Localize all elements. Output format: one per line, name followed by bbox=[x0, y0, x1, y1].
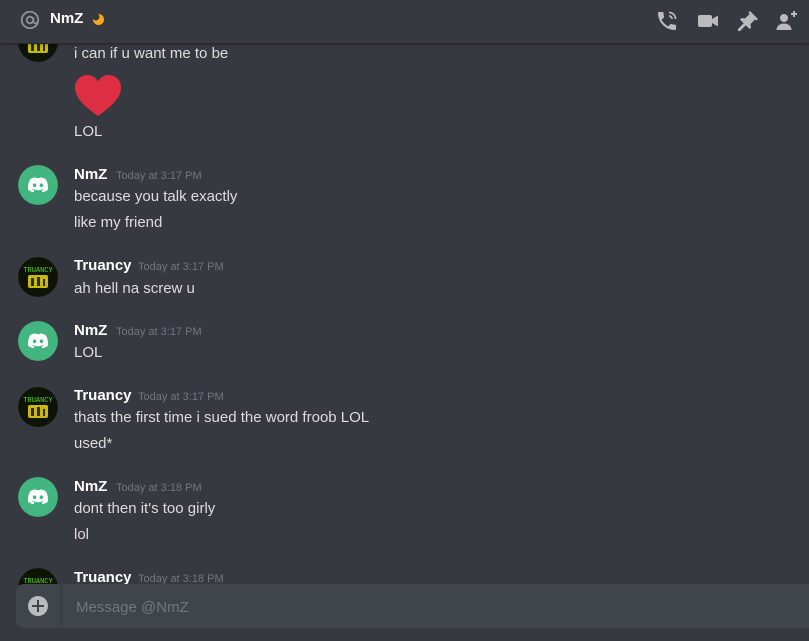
svg-text:TRUANCY: TRUANCY bbox=[23, 397, 53, 405]
message-text: like my friend bbox=[74, 214, 163, 231]
channel-title: NmZ bbox=[50, 10, 84, 27]
heart-emoji bbox=[75, 75, 121, 116]
message-text: because you talk exactly bbox=[74, 188, 238, 205]
message-composer bbox=[16, 584, 809, 628]
message-text: LOL bbox=[74, 344, 103, 361]
message-author[interactable]: NmZ bbox=[74, 166, 107, 183]
avatar[interactable] bbox=[18, 477, 58, 517]
composer-divider bbox=[61, 584, 62, 628]
discord-avatar-icon bbox=[18, 165, 58, 205]
avatar[interactable]: TRUANCY bbox=[18, 387, 58, 427]
avatar[interactable]: TRUANCY bbox=[18, 568, 58, 585]
avatar[interactable]: TRUANCY bbox=[18, 257, 58, 297]
message-timestamp: Today at 3:17 PM bbox=[138, 261, 224, 273]
svg-text:TRUANCY: TRUANCY bbox=[23, 267, 53, 275]
message-author[interactable]: NmZ bbox=[74, 478, 107, 495]
bottom-strip bbox=[0, 628, 809, 641]
message-author[interactable]: Truancy bbox=[74, 257, 132, 274]
truancy-avatar-icon: TRUANCY bbox=[18, 568, 58, 585]
discord-avatar-icon bbox=[18, 321, 58, 361]
upload-plus-icon[interactable] bbox=[28, 596, 48, 616]
message-text: dont then it's too girly bbox=[74, 500, 216, 517]
message-input[interactable] bbox=[74, 594, 778, 620]
avatar[interactable] bbox=[18, 165, 58, 205]
message-timestamp: Today at 3:17 PM bbox=[138, 391, 224, 403]
truancy-avatar-icon: TRUANCY bbox=[18, 387, 58, 427]
avatar[interactable]: TRUANCY bbox=[18, 44, 58, 62]
message-list: TRUANCY i can if u want me to be LOL NmZ… bbox=[0, 44, 809, 585]
message-author[interactable]: Truancy bbox=[74, 387, 132, 404]
message-author[interactable]: NmZ bbox=[74, 322, 107, 339]
pin-icon[interactable] bbox=[736, 9, 760, 33]
message-text: i can if u want me to be bbox=[74, 45, 229, 62]
avatar[interactable] bbox=[18, 321, 58, 361]
video-icon[interactable] bbox=[696, 9, 720, 33]
truancy-avatar-icon: TRUANCY bbox=[18, 44, 58, 62]
message-text: used* bbox=[74, 435, 113, 452]
channel-header: NmZ bbox=[0, 0, 809, 44]
message-text: thats the first time i sued the word fro… bbox=[74, 409, 370, 426]
message-timestamp: Today at 3:18 PM bbox=[116, 482, 202, 494]
message-text: lol bbox=[74, 526, 90, 543]
message-author[interactable]: Truancy bbox=[74, 569, 132, 585]
message-timestamp: Today at 3:17 PM bbox=[116, 326, 202, 338]
message-text: ah hell na screw u bbox=[74, 280, 195, 297]
discord-avatar-icon bbox=[18, 477, 58, 517]
moon-icon bbox=[93, 14, 104, 25]
at-icon bbox=[20, 10, 40, 30]
message-text: LOL bbox=[74, 123, 103, 140]
truancy-avatar-icon: TRUANCY bbox=[18, 257, 58, 297]
call-icon[interactable] bbox=[655, 9, 679, 33]
message-timestamp: Today at 3:17 PM bbox=[116, 170, 202, 182]
add-member-icon[interactable] bbox=[775, 9, 799, 33]
